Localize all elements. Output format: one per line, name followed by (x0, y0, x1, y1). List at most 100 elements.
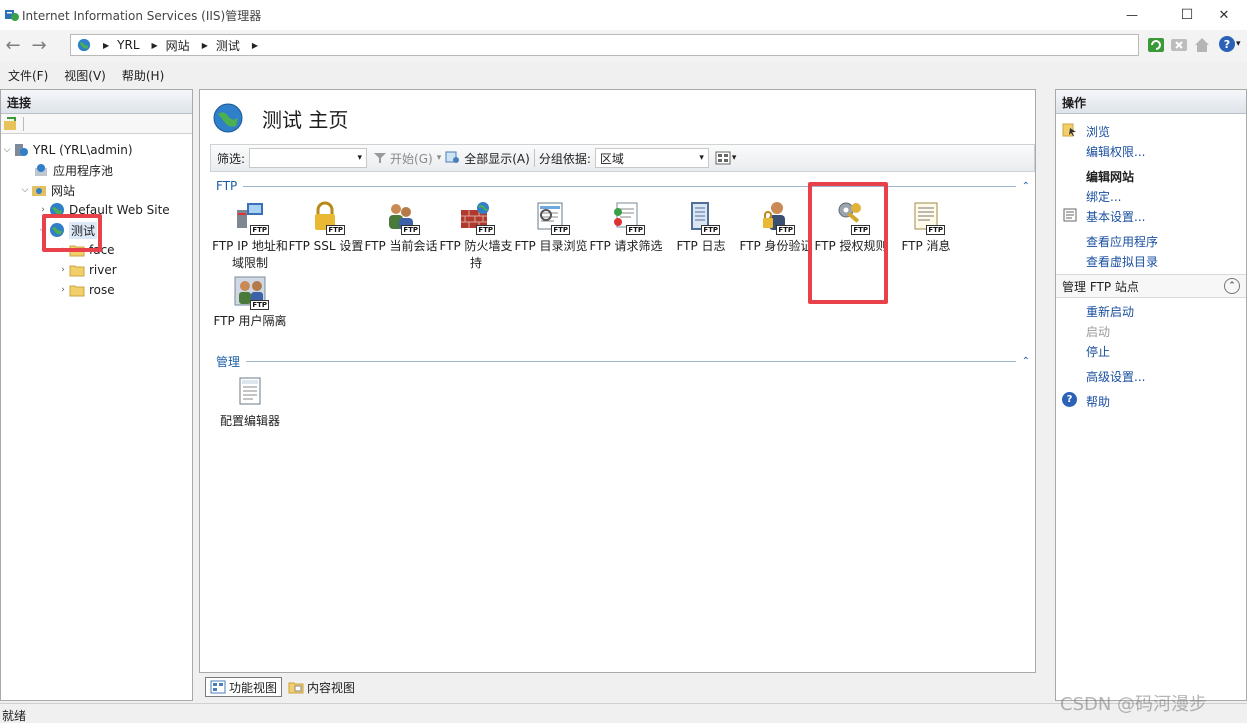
minimize-icon: — (1126, 8, 1138, 22)
breadcrumb-item-yrl[interactable]: YRL (117, 38, 139, 52)
expand-chevron-icon[interactable]: › (57, 285, 69, 295)
tab-content-view[interactable]: 内容视图 (284, 677, 359, 697)
ftp-badge: FTP (926, 225, 945, 235)
connect-icon[interactable] (3, 116, 19, 132)
edit-site-header: 编辑网站 (1086, 170, 1135, 184)
expand-chevron-icon[interactable]: ⌵ (19, 185, 31, 195)
feature-ftp-ip-restriction[interactable]: FTP FTP IP 地址和域限制 (212, 200, 288, 272)
ftp-badge: FTP (776, 225, 795, 235)
actions-header: 操作 (1056, 90, 1246, 114)
feature-ftp-user-isolation[interactable]: FTP FTP 用户隔离 (212, 275, 288, 330)
tree-node-server[interactable]: ⌵ YRL (YRL\admin) (1, 140, 133, 160)
help-menu-button[interactable]: ? ▾ (1219, 36, 1241, 52)
feature-ftp-directory-browsing[interactable]: FTP FTP 目录浏览 (513, 200, 589, 255)
tree-node-app-pools[interactable]: 应用程序池 (21, 160, 113, 180)
funnel-icon (374, 153, 387, 163)
toolbar-divider (23, 116, 24, 131)
breadcrumb-separator: ▶ (103, 40, 110, 50)
collapse-icon[interactable]: ⌃ (1022, 181, 1030, 192)
feature-config-editor[interactable]: 配置编辑器 (212, 375, 288, 430)
feature-label: FTP 防火墙支持 (439, 239, 513, 270)
show-all-button[interactable]: 全部显示(A) (445, 150, 530, 167)
action-advanced-settings[interactable]: 高级设置... (1086, 368, 1145, 385)
section-title: 管理 FTP 站点 (1062, 279, 1139, 294)
feature-ftp-sessions[interactable]: FTP FTP 当前会话 (363, 200, 439, 255)
feature-label: FTP SSL 设置 (288, 239, 364, 253)
help-icon: ? (1062, 392, 1077, 407)
iis-app-icon (5, 10, 19, 21)
action-view-virtual-directories[interactable]: 查看虚拟目录 (1086, 253, 1158, 270)
forward-button[interactable]: → (28, 34, 50, 56)
address-bar[interactable]: ▶ YRL ▶ 网站 ▶ 测试 ▶ (70, 34, 1139, 56)
tab-features-view[interactable]: 功能视图 (205, 677, 283, 697)
feature-label: FTP 当前会话 (364, 239, 438, 253)
action-browse[interactable]: 浏览 (1086, 123, 1110, 140)
feature-ftp-logging[interactable]: FTP FTP 日志 (663, 200, 739, 255)
group-label: 管理 (216, 354, 241, 369)
action-edit-permissions[interactable]: 编辑权限... (1086, 143, 1145, 160)
tree-node-sites[interactable]: ⌵ 网站 (19, 180, 75, 200)
stop-icon[interactable] (1170, 36, 1188, 54)
close-button[interactable]: ✕ (1201, 0, 1247, 30)
feature-ftp-ssl[interactable]: FTP FTP SSL 设置 (288, 200, 364, 255)
group-by-select[interactable]: 区域 ▾ (594, 148, 709, 168)
features-view-icon (210, 680, 226, 694)
ftp-request-filter-icon: FTP (609, 200, 645, 235)
action-restart[interactable]: 重新启动 (1086, 303, 1134, 320)
ftp-badge: FTP (326, 225, 345, 235)
ftp-badge: FTP (250, 225, 269, 235)
ftp-badge: FTP (551, 225, 570, 235)
action-start: 启动 (1086, 325, 1111, 339)
action-bindings[interactable]: 绑定... (1086, 188, 1121, 205)
expand-chevron-icon[interactable]: ⌵ (1, 145, 13, 155)
action-basic-settings[interactable]: 基本设置... (1086, 208, 1145, 225)
feature-ftp-request-filtering[interactable]: FTP FTP 请求筛选 (588, 200, 664, 255)
view-tabs: 功能视图 内容视图 (199, 675, 1036, 699)
start-filter-button[interactable]: 开始(G) ▾ (373, 150, 441, 167)
group-header-management[interactable]: 管理 ⌃ (216, 353, 1030, 369)
show-all-icon (445, 151, 460, 163)
collapse-icon[interactable]: ⌃ (1022, 356, 1030, 367)
breadcrumb-item-sites[interactable]: 网站 (166, 37, 190, 54)
refresh-icon[interactable] (1147, 36, 1165, 54)
tree-node-rose[interactable]: › rose (57, 280, 114, 300)
breadcrumb-item-site[interactable]: 测试 (216, 37, 240, 54)
feature-label: FTP 请求筛选 (589, 239, 663, 253)
action-view-applications[interactable]: 查看应用程序 (1086, 233, 1158, 250)
group-by-value: 区域 (599, 151, 624, 166)
group-divider (246, 360, 1016, 362)
action-help[interactable]: 帮助 (1086, 393, 1110, 410)
view-grid-icon (715, 151, 731, 165)
title-bar: Internet Information Services (IIS)管理器 —… (0, 0, 1247, 30)
site-globe-icon (213, 103, 243, 133)
content-view-icon (288, 682, 304, 694)
feature-ftp-authentication[interactable]: FTP FTP 身份验证 (738, 200, 814, 255)
help-icon: ? (1219, 36, 1235, 52)
ftp-user-isolation-icon: FTP (233, 275, 269, 310)
start-filter-label: 开始(G) (390, 151, 433, 166)
view-mode-button[interactable]: ▾ (715, 151, 736, 165)
collapse-icon[interactable]: ⌃ (1224, 278, 1240, 294)
feature-ftp-firewall[interactable]: FTP FTP 防火墙支持 (438, 200, 514, 272)
menu-file[interactable]: 文件(F) (0, 67, 56, 84)
group-header-ftp[interactable]: FTP ⌃ (216, 178, 1030, 194)
manage-ftp-site-header[interactable]: 管理 FTP 站点 ⌃ (1056, 274, 1246, 298)
action-stop[interactable]: 停止 (1086, 343, 1110, 360)
ftp-badge: FTP (250, 300, 269, 310)
server-icon (15, 144, 28, 156)
tree-node-river[interactable]: › river (57, 260, 117, 280)
tree-label: river (89, 263, 117, 277)
sites-folder-icon (32, 186, 46, 196)
home-icon[interactable] (1193, 36, 1211, 54)
minimize-button[interactable]: — (1109, 0, 1155, 30)
menu-view[interactable]: 视图(V) (56, 67, 114, 84)
menu-help[interactable]: 帮助(H) (114, 67, 172, 84)
feature-ftp-messages[interactable]: FTP FTP 消息 (888, 200, 964, 255)
ftp-badge: FTP (701, 225, 720, 235)
expand-chevron-icon[interactable]: › (57, 265, 69, 275)
back-button[interactable]: ← (2, 34, 24, 56)
filter-input[interactable]: ▾ (249, 148, 368, 168)
features-pane: 测试 主页 筛选: ▾ 开始(G) ▾ 全部显示(A) 分组依据: 区域 ▾ ▾… (199, 89, 1036, 673)
ftp-auth-icon: FTP (759, 200, 795, 235)
filter-label: 筛选: (217, 151, 246, 166)
